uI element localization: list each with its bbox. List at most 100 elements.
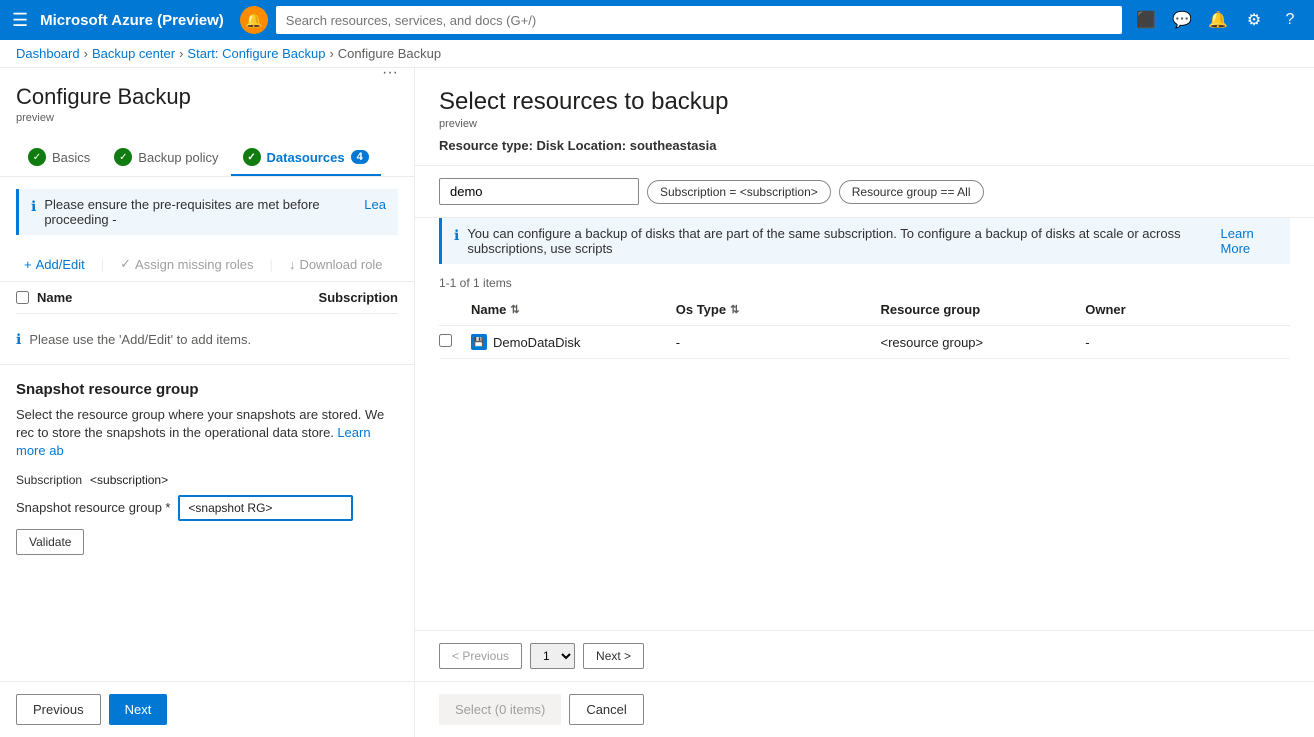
left-info-icon: ℹ bbox=[31, 198, 36, 215]
left-table: Name Subscription ℹ Please use the 'Add/… bbox=[0, 282, 414, 364]
resource-type-row: Resource type: Disk Location: southeasta… bbox=[439, 138, 1290, 153]
search-input[interactable] bbox=[276, 6, 1122, 34]
location-value: southeastasia bbox=[630, 138, 717, 153]
empty-info-icon: ℹ bbox=[16, 331, 21, 348]
topbar-icons: ⬛ 💬 🔔 ⚙ ? bbox=[1130, 4, 1306, 36]
tab-datasources-label: Datasources bbox=[267, 150, 345, 165]
download-icon: ↓ bbox=[289, 257, 296, 272]
name-col-header[interactable]: Name ⇅ bbox=[471, 302, 676, 317]
settings-icon[interactable]: ⚙ bbox=[1238, 4, 1270, 36]
left-info-link[interactable]: Lea bbox=[364, 197, 386, 212]
bell-icon[interactable]: 🔔 bbox=[1202, 4, 1234, 36]
filter-input[interactable] bbox=[439, 178, 639, 205]
app-title: Microsoft Azure (Preview) bbox=[40, 12, 224, 29]
snapshot-rg-input[interactable] bbox=[178, 495, 353, 521]
resource-group-filter-pill[interactable]: Resource group == All bbox=[839, 180, 984, 204]
subscription-label: Subscription bbox=[16, 473, 82, 487]
tab-basics-label: Basics bbox=[52, 150, 90, 165]
resource-group-cell: <resource group> bbox=[881, 335, 1086, 350]
tabs-bar: ✓ Basics ✓ Backup policy ✓ Datasources 4 bbox=[0, 132, 414, 177]
breadcrumb-sep-3: › bbox=[329, 46, 333, 61]
breadcrumb: Dashboard › Backup center › Start: Confi… bbox=[0, 40, 1314, 68]
breadcrumb-sep-2: › bbox=[179, 46, 183, 61]
select-all-checkbox[interactable] bbox=[16, 291, 29, 304]
toolbar-sep-2: | bbox=[270, 257, 273, 272]
breadcrumb-configure[interactable]: Start: Configure Backup bbox=[187, 46, 325, 61]
tab-backup-policy[interactable]: ✓ Backup policy bbox=[102, 140, 230, 176]
page-select[interactable]: 1 bbox=[530, 643, 575, 669]
topbar: ☰ Microsoft Azure (Preview) 🔔 ⬛ 💬 🔔 ⚙ ? bbox=[0, 0, 1314, 40]
name-column-header: Name bbox=[37, 290, 214, 305]
right-info-text: You can configure a backup of disks that… bbox=[467, 226, 1212, 256]
breadcrumb-dashboard[interactable]: Dashboard bbox=[16, 46, 80, 61]
owner-cell: - bbox=[1085, 335, 1290, 350]
tab-basics[interactable]: ✓ Basics bbox=[16, 140, 102, 176]
subscription-value: <subscription> bbox=[90, 473, 168, 487]
left-panel-header: ··· Configure Backup preview bbox=[0, 68, 414, 132]
left-panel: ··· Configure Backup preview ✓ Basics ✓ … bbox=[0, 68, 415, 737]
resource-table-header: Name ⇅ Os Type ⇅ Resource group Owner bbox=[439, 294, 1290, 326]
page-subtitle: preview bbox=[16, 112, 398, 124]
datasources-check-icon: ✓ bbox=[243, 148, 261, 166]
tab-datasources[interactable]: ✓ Datasources 4 bbox=[231, 140, 381, 176]
check-icon: ✓ bbox=[120, 256, 131, 272]
next-page-button[interactable]: Next > bbox=[583, 643, 644, 669]
resource-type-value: Disk bbox=[537, 138, 564, 153]
validate-button[interactable]: Validate bbox=[16, 529, 84, 555]
left-panel-footer: Previous Next bbox=[0, 681, 414, 737]
left-info-banner: ℹ Please ensure the pre-requisites are m… bbox=[16, 189, 398, 235]
learn-more-scripts-link[interactable]: Learn More bbox=[1221, 226, 1278, 256]
table-row: 💾 DemoDataDisk - <resource group> - bbox=[439, 326, 1290, 359]
right-panel: Select resources to backup preview Resou… bbox=[415, 68, 1314, 737]
left-info-text: Please ensure the pre-requisites are met… bbox=[44, 197, 356, 227]
results-count: 1-1 of 1 items bbox=[415, 272, 1314, 294]
next-button[interactable]: Next bbox=[109, 694, 168, 725]
resource-table: Name ⇅ Os Type ⇅ Resource group Owner bbox=[415, 294, 1314, 630]
name-sort-icon[interactable]: ⇅ bbox=[510, 303, 519, 316]
required-star: * bbox=[165, 500, 170, 515]
hamburger-icon[interactable]: ☰ bbox=[8, 6, 32, 35]
more-options-icon[interactable]: ··· bbox=[382, 68, 398, 82]
select-items-button: Select (0 items) bbox=[439, 694, 561, 725]
left-table-header: Name Subscription bbox=[16, 282, 398, 314]
snapshot-desc: Select the resource group where your sna… bbox=[16, 406, 398, 461]
main-area: ··· Configure Backup preview ✓ Basics ✓ … bbox=[0, 68, 1314, 737]
right-info-banner: ℹ You can configure a backup of disks th… bbox=[439, 218, 1290, 264]
left-toolbar: + Add/Edit | ✓ Assign missing roles | ↓ … bbox=[0, 247, 414, 282]
policy-check-icon: ✓ bbox=[114, 148, 132, 166]
filter-bar: Subscription = <subscription> Resource g… bbox=[415, 166, 1314, 218]
right-info-icon: ℹ bbox=[454, 227, 459, 244]
feedback-icon[interactable]: 💬 bbox=[1166, 4, 1198, 36]
snapshot-rg-row: Snapshot resource group * bbox=[16, 495, 398, 521]
help-icon[interactable]: ? bbox=[1274, 4, 1306, 36]
pagination: < Previous 1 Next > bbox=[415, 630, 1314, 681]
basics-check-icon: ✓ bbox=[28, 148, 46, 166]
resource-group-col-header[interactable]: Resource group bbox=[881, 302, 1086, 317]
right-title: Select resources to backup bbox=[439, 88, 1290, 116]
cancel-button[interactable]: Cancel bbox=[569, 694, 643, 725]
right-subtitle: preview bbox=[439, 118, 1290, 130]
previous-button[interactable]: Previous bbox=[16, 694, 101, 725]
breadcrumb-backup-center[interactable]: Backup center bbox=[92, 46, 175, 61]
previous-page-button[interactable]: < Previous bbox=[439, 643, 522, 669]
os-type-cell: - bbox=[676, 335, 881, 350]
subscription-filter-pill[interactable]: Subscription = <subscription> bbox=[647, 180, 831, 204]
snapshot-section: Snapshot resource group Select the resou… bbox=[0, 364, 414, 571]
datasources-badge: 4 bbox=[351, 150, 369, 164]
select-all-col bbox=[439, 302, 471, 317]
row-checkbox[interactable] bbox=[439, 334, 452, 347]
assign-roles-button[interactable]: ✓ Assign missing roles bbox=[112, 251, 261, 277]
download-button[interactable]: ↓ Download role bbox=[281, 252, 391, 277]
os-sort-icon[interactable]: ⇅ bbox=[730, 303, 739, 316]
right-panel-footer: Select (0 items) Cancel bbox=[415, 681, 1314, 737]
right-panel-header: Select resources to backup preview Resou… bbox=[415, 68, 1314, 166]
row-checkbox-col bbox=[439, 334, 471, 350]
add-edit-button[interactable]: + Add/Edit bbox=[16, 252, 93, 277]
os-type-col-header[interactable]: Os Type ⇅ bbox=[676, 302, 881, 317]
tab-policy-label: Backup policy bbox=[138, 150, 218, 165]
owner-col-header[interactable]: Owner bbox=[1085, 302, 1290, 317]
subscription-column-header: Subscription bbox=[222, 290, 399, 305]
terminal-icon[interactable]: ⬛ bbox=[1130, 4, 1162, 36]
snapshot-title: Snapshot resource group bbox=[16, 381, 398, 398]
notification-icon-circle: 🔔 bbox=[240, 6, 268, 34]
